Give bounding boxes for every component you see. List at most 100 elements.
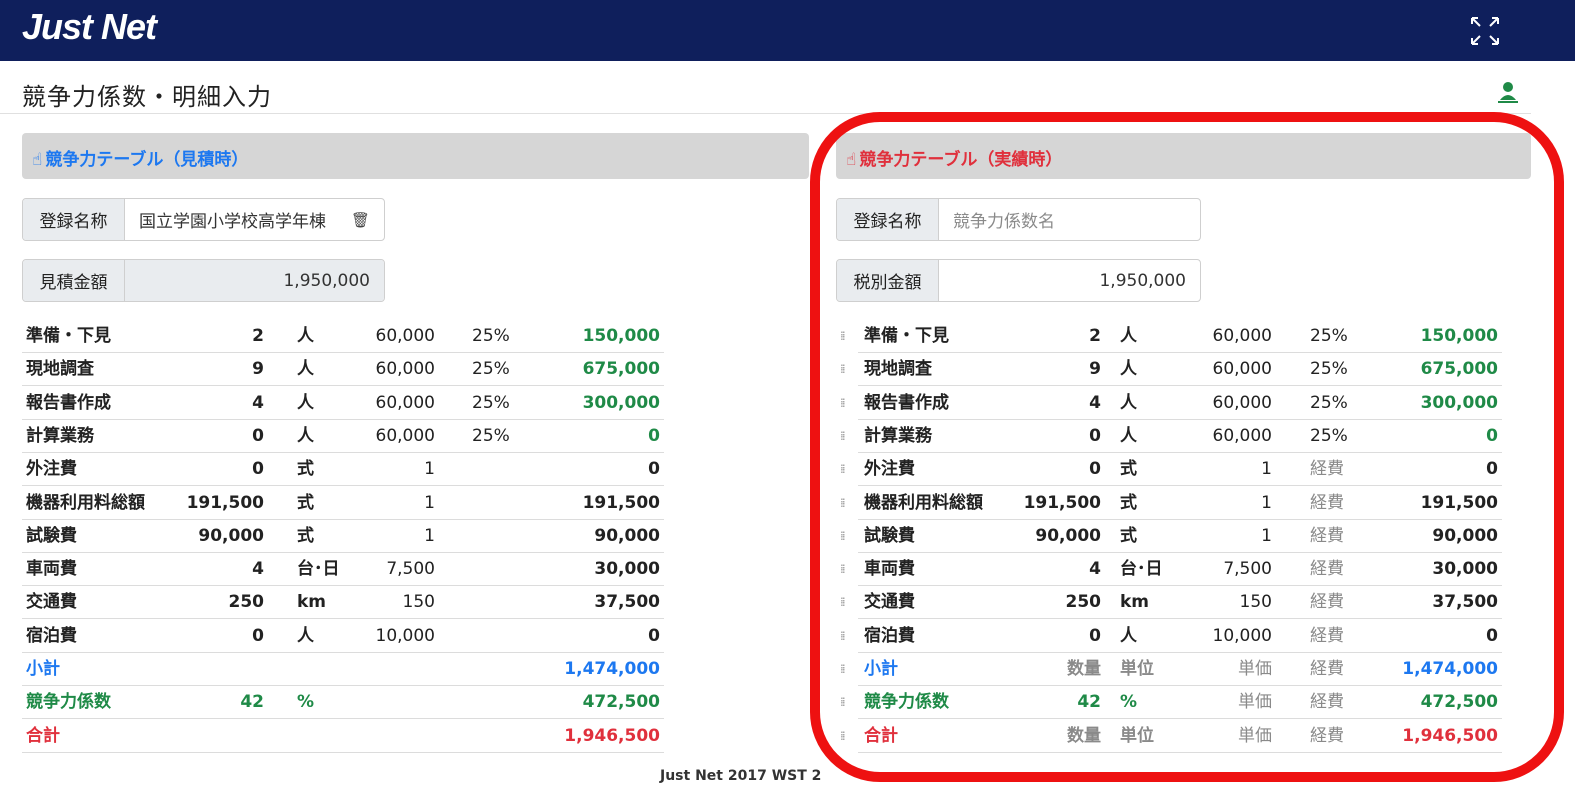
row-unit-price: 60,000 bbox=[375, 326, 435, 346]
row-divider bbox=[22, 485, 664, 486]
table-row: ⁞⁞ 機器利用料総額 191,500 式 1 経費 191,500 bbox=[840, 487, 1502, 520]
row-unit: 台･日 bbox=[1120, 559, 1163, 579]
row-quantity: 4 bbox=[1089, 559, 1101, 579]
trash-icon[interactable]: 🗑 bbox=[341, 211, 370, 229]
row-divider bbox=[858, 752, 1502, 753]
left-amount-value: 1,950,000 bbox=[125, 260, 384, 301]
left-amount-field: 見積金額 1,950,000 bbox=[22, 259, 385, 302]
drag-handle-icon[interactable]: ⁞⁞ bbox=[840, 620, 845, 653]
drag-handle-icon[interactable]: ⁞⁞ bbox=[840, 553, 845, 586]
row-amount: 37,500 bbox=[1432, 592, 1498, 612]
table-row: 計算業務 0 人 60,000 25% 0 bbox=[22, 420, 664, 453]
row-unit: 式 bbox=[297, 526, 314, 546]
row-amount: 0 bbox=[648, 626, 660, 646]
drag-handle-icon[interactable]: ⁞⁞ bbox=[840, 586, 845, 619]
row-amount: 675,000 bbox=[582, 359, 660, 379]
right-name-label: 登録名称 bbox=[837, 199, 939, 240]
row-item-label: 計算業務 bbox=[26, 426, 94, 446]
drag-handle-icon[interactable]: ⁞⁞ bbox=[840, 420, 845, 453]
table-row: 車両費 4 台･日 7,500 30,000 bbox=[22, 553, 664, 586]
row-amount: 0 bbox=[1486, 626, 1498, 646]
row-unit: 人 bbox=[297, 626, 314, 646]
row-divider bbox=[858, 718, 1502, 719]
logo: Just Net bbox=[22, 6, 157, 47]
table-row: 外注費 0 式 1 0 bbox=[22, 453, 664, 486]
row-item-label: 合計 bbox=[26, 726, 60, 746]
row-item-label: 準備・下見 bbox=[864, 326, 949, 346]
row-amount: 1,946,500 bbox=[564, 726, 660, 746]
drag-handle-icon[interactable]: ⁞⁞ bbox=[840, 720, 845, 753]
row-item-label: 交通費 bbox=[864, 592, 915, 612]
drag-handle-icon[interactable]: ⁞⁞ bbox=[840, 653, 845, 686]
row-amount: 90,000 bbox=[1432, 526, 1498, 546]
row-unit-price: 1 bbox=[1261, 459, 1272, 479]
row-unit: 人 bbox=[1120, 359, 1137, 379]
drag-handle-icon[interactable]: ⁞⁞ bbox=[840, 353, 845, 386]
drag-handle-icon[interactable]: ⁞⁞ bbox=[840, 686, 845, 719]
row-unit: 単位 bbox=[1120, 659, 1154, 679]
drag-handle-icon[interactable]: ⁞⁞ bbox=[840, 520, 845, 553]
drag-handle-icon[interactable]: ⁞⁞ bbox=[840, 320, 845, 353]
row-unit-price: 60,000 bbox=[1212, 393, 1272, 413]
row-rate: 25% bbox=[472, 359, 510, 379]
user-icon[interactable] bbox=[1497, 80, 1519, 106]
row-quantity: 数量 bbox=[1067, 659, 1101, 679]
row-rate: 経費 bbox=[1310, 559, 1344, 579]
row-rate: 経費 bbox=[1310, 726, 1344, 746]
page-title: 競争力係数・明細入力 bbox=[22, 83, 272, 111]
table-row: 宿泊費 0 人 10,000 0 bbox=[22, 620, 664, 653]
row-rate: 25% bbox=[1310, 326, 1348, 346]
row-unit: km bbox=[1120, 592, 1150, 612]
row-amount: 1,474,000 bbox=[564, 659, 660, 679]
row-unit: 人 bbox=[1120, 393, 1137, 413]
left-name-field: 登録名称 国立学園小学校高学年棟 🗑 bbox=[22, 198, 385, 241]
footer-text: Just Net 2017 WST 2 bbox=[660, 768, 822, 784]
summary-row: ⁞⁞ 競争力係数 42% 単価 経費 472,500 bbox=[840, 686, 1502, 719]
row-unit-price: 150 bbox=[402, 592, 435, 612]
row-divider bbox=[22, 752, 664, 753]
right-amount-input[interactable]: 1,950,000 bbox=[939, 260, 1200, 301]
row-unit-price: 60,000 bbox=[375, 393, 435, 413]
row-amount: 300,000 bbox=[1420, 393, 1498, 413]
right-panel-title: 競争力テーブル（実績時） bbox=[859, 150, 1063, 170]
row-unit-price: 60,000 bbox=[1212, 359, 1272, 379]
summary-row: ⁞⁞ 合計 数量 単位 単価 経費 1,946,500 bbox=[840, 720, 1502, 753]
table-row: ⁞⁞ 報告書作成 4 人 60,000 25% 300,000 bbox=[840, 387, 1502, 420]
drag-handle-icon[interactable]: ⁞⁞ bbox=[840, 453, 845, 486]
expand-icon[interactable] bbox=[1468, 14, 1502, 48]
row-rate: 経費 bbox=[1310, 659, 1344, 679]
row-amount: 90,000 bbox=[594, 526, 660, 546]
top-bar: Just Net bbox=[0, 0, 1575, 61]
drag-handle-icon[interactable]: ⁞⁞ bbox=[840, 487, 845, 520]
row-item-label: 現地調査 bbox=[26, 359, 94, 379]
row-quantity: 0 bbox=[252, 426, 264, 446]
row-unit-price: 1 bbox=[424, 459, 435, 479]
row-quantity: 191,500 bbox=[186, 493, 264, 513]
thumb-icon: ☝ bbox=[32, 150, 43, 170]
row-amount: 150,000 bbox=[1420, 326, 1498, 346]
row-quantity: 0 bbox=[1089, 426, 1101, 446]
left-name-input[interactable]: 国立学園小学校高学年棟 🗑 bbox=[125, 199, 384, 240]
drag-handle-icon[interactable]: ⁞⁞ bbox=[840, 387, 845, 420]
row-unit-price: 1 bbox=[424, 526, 435, 546]
row-unit: 人 bbox=[1120, 326, 1137, 346]
row-unit: 式 bbox=[1120, 459, 1137, 479]
row-quantity: 191,500 bbox=[1023, 493, 1101, 513]
row-item-label: 機器利用料総額 bbox=[26, 493, 145, 513]
row-unit-price: 単価 bbox=[1238, 726, 1272, 746]
row-item-label: 報告書作成 bbox=[864, 393, 949, 413]
row-unit-price: 60,000 bbox=[1212, 426, 1272, 446]
row-quantity: 250 bbox=[228, 592, 265, 612]
row-rate: 経費 bbox=[1310, 592, 1344, 612]
right-amount-field: 税別金額 1,950,000 bbox=[836, 259, 1201, 302]
row-rate: 25% bbox=[472, 326, 510, 346]
right-name-input[interactable]: 競争力係数名 bbox=[939, 199, 1200, 240]
row-unit-price: 1 bbox=[1261, 526, 1272, 546]
row-unit: 式 bbox=[1120, 526, 1137, 546]
row-unit: 人 bbox=[297, 426, 314, 446]
row-amount: 1,474,000 bbox=[1402, 659, 1498, 679]
right-amount-label: 税別金額 bbox=[837, 260, 939, 301]
row-item-label: 車両費 bbox=[26, 559, 77, 579]
right-name-field: 登録名称 競争力係数名 bbox=[836, 198, 1201, 241]
table-row: ⁞⁞ 試験費 90,000 式 1 経費 90,000 bbox=[840, 520, 1502, 553]
